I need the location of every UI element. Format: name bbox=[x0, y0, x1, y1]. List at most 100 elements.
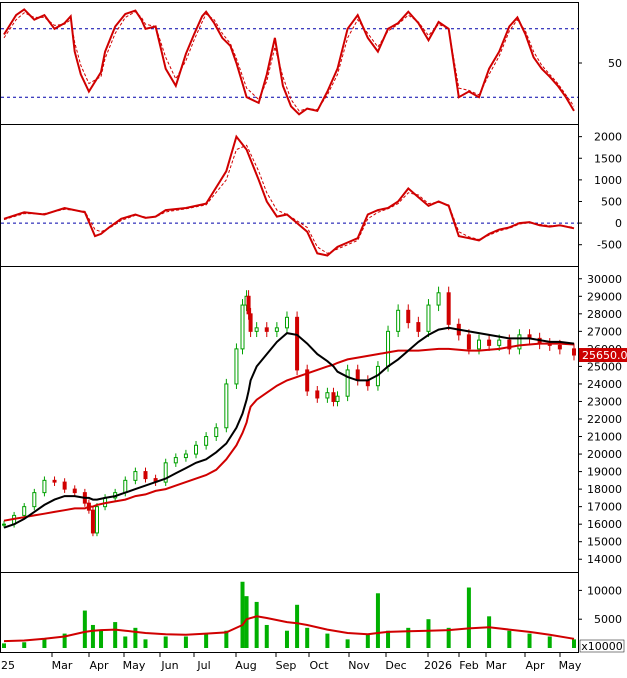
price-candle-body bbox=[573, 349, 576, 355]
price-tick-label: 23000 bbox=[587, 395, 622, 408]
x-tick-label: Mar bbox=[52, 659, 73, 672]
price-tick-label: 18000 bbox=[587, 483, 622, 496]
volume-bar bbox=[487, 616, 491, 648]
price-candle-body bbox=[241, 305, 244, 349]
price-candle-body bbox=[326, 393, 329, 398]
stoch-d-line bbox=[4, 12, 574, 111]
price-candle-body bbox=[356, 370, 359, 381]
price-candle-body bbox=[478, 340, 481, 349]
price-tick-label: 16000 bbox=[587, 518, 622, 531]
volume-bar bbox=[113, 622, 117, 648]
price-candle-body bbox=[467, 335, 470, 349]
x-axis: 25MarAprMayJunJulAugSepOctNovDec2026FebM… bbox=[0, 652, 582, 672]
price-candle-body bbox=[23, 507, 26, 516]
volume-bar bbox=[241, 582, 245, 648]
price-candle-body bbox=[247, 296, 250, 314]
macd-tick-label: 0 bbox=[615, 217, 622, 230]
price-candle-body bbox=[134, 472, 137, 481]
x-tick-label: 25 bbox=[1, 659, 15, 672]
x-tick-label: Jun bbox=[160, 659, 178, 672]
price-tick-label: 22000 bbox=[587, 413, 622, 426]
volume-bar bbox=[572, 639, 576, 648]
stock-chart: 50 -5000500100015002000 1400015000160001… bbox=[0, 0, 627, 674]
volume-bar bbox=[255, 602, 259, 648]
price-candle-body bbox=[144, 472, 147, 479]
volume-bar bbox=[366, 634, 370, 648]
price-candle-body bbox=[316, 391, 319, 398]
volume-tick-label: 5000 bbox=[594, 613, 622, 626]
macd-tick-label: 1000 bbox=[594, 174, 622, 187]
macd-tick-label: -500 bbox=[597, 239, 622, 252]
volume-bar bbox=[305, 628, 309, 648]
price-tick-label: 17000 bbox=[587, 501, 622, 514]
price-tick-label: 19000 bbox=[587, 466, 622, 479]
stoch-k-line bbox=[4, 9, 574, 114]
price-candle-body bbox=[225, 384, 228, 428]
price-candle-body bbox=[124, 480, 127, 492]
price-candle-body bbox=[447, 293, 450, 325]
price-candle-body bbox=[95, 507, 98, 533]
price-candle-body bbox=[91, 510, 94, 533]
price-candle-body bbox=[235, 349, 238, 384]
price-candle-body bbox=[265, 328, 268, 332]
last-price-label: 25650.00 bbox=[582, 349, 627, 362]
volume-bar bbox=[285, 631, 289, 648]
price-candle-body bbox=[498, 340, 501, 345]
price-tick-label: 14000 bbox=[587, 553, 622, 566]
price-candle-body bbox=[336, 396, 339, 401]
macd-line bbox=[4, 137, 574, 256]
price-panel: 1400015000160001700018000190002000021000… bbox=[3, 273, 627, 566]
price-candle-body bbox=[63, 482, 66, 489]
price-candle-body bbox=[387, 331, 390, 366]
price-candle-body bbox=[73, 489, 76, 493]
volume-bar bbox=[346, 639, 350, 648]
volume-bar bbox=[376, 593, 380, 648]
price-candle-body bbox=[215, 428, 218, 437]
volume-bar bbox=[22, 642, 26, 648]
volume-bar bbox=[2, 643, 6, 648]
volume-bar bbox=[507, 631, 511, 648]
price-ma-fast bbox=[4, 328, 574, 528]
x-tick-label: Feb bbox=[459, 659, 478, 672]
price-candle-body bbox=[427, 305, 430, 331]
price-candle-body bbox=[397, 310, 400, 331]
volume-bar bbox=[204, 634, 208, 648]
panel-frame bbox=[1, 573, 579, 653]
volume-bar bbox=[325, 634, 329, 648]
price-tick-label: 21000 bbox=[587, 431, 622, 444]
price-candle-body bbox=[332, 393, 335, 402]
macd-tick-label: 2000 bbox=[594, 131, 622, 144]
volume-bar bbox=[164, 636, 168, 648]
volume-bar bbox=[143, 639, 147, 648]
price-tick-label: 29000 bbox=[587, 290, 622, 303]
price-candle-body bbox=[174, 458, 177, 463]
stochastic-panel: 50 bbox=[1, 9, 622, 114]
price-candle-body bbox=[437, 293, 440, 305]
x-tick-label: Apr bbox=[89, 659, 109, 672]
price-candle-body bbox=[195, 445, 198, 454]
price-candle-body bbox=[33, 493, 36, 507]
x-tick-label: Aug bbox=[235, 659, 256, 672]
x-tick-label: Mar bbox=[486, 659, 507, 672]
x-tick-label: Apr bbox=[525, 659, 545, 672]
price-candle-body bbox=[255, 328, 258, 332]
price-ma-slow bbox=[4, 344, 574, 521]
price-candle-body bbox=[296, 317, 299, 370]
price-tick-label: 27000 bbox=[587, 325, 622, 338]
price-tick-label: 28000 bbox=[587, 308, 622, 321]
x-tick-label: 2026 bbox=[424, 659, 452, 672]
volume-bar bbox=[528, 634, 532, 648]
price-candle-body bbox=[43, 480, 46, 492]
volume-unit-label: x10000 bbox=[581, 640, 623, 653]
price-candle-body bbox=[558, 345, 561, 349]
volume-bar bbox=[386, 631, 390, 648]
volume-bar bbox=[83, 611, 87, 648]
price-candle-body bbox=[184, 454, 187, 458]
volume-bar bbox=[42, 639, 46, 648]
price-candle-body bbox=[518, 335, 521, 349]
x-tick-label: May bbox=[123, 659, 146, 672]
price-tick-label: 25000 bbox=[587, 360, 622, 373]
x-tick-label: May bbox=[559, 659, 582, 672]
macd-tick-label: 1500 bbox=[594, 152, 622, 165]
volume-bar bbox=[426, 619, 430, 648]
